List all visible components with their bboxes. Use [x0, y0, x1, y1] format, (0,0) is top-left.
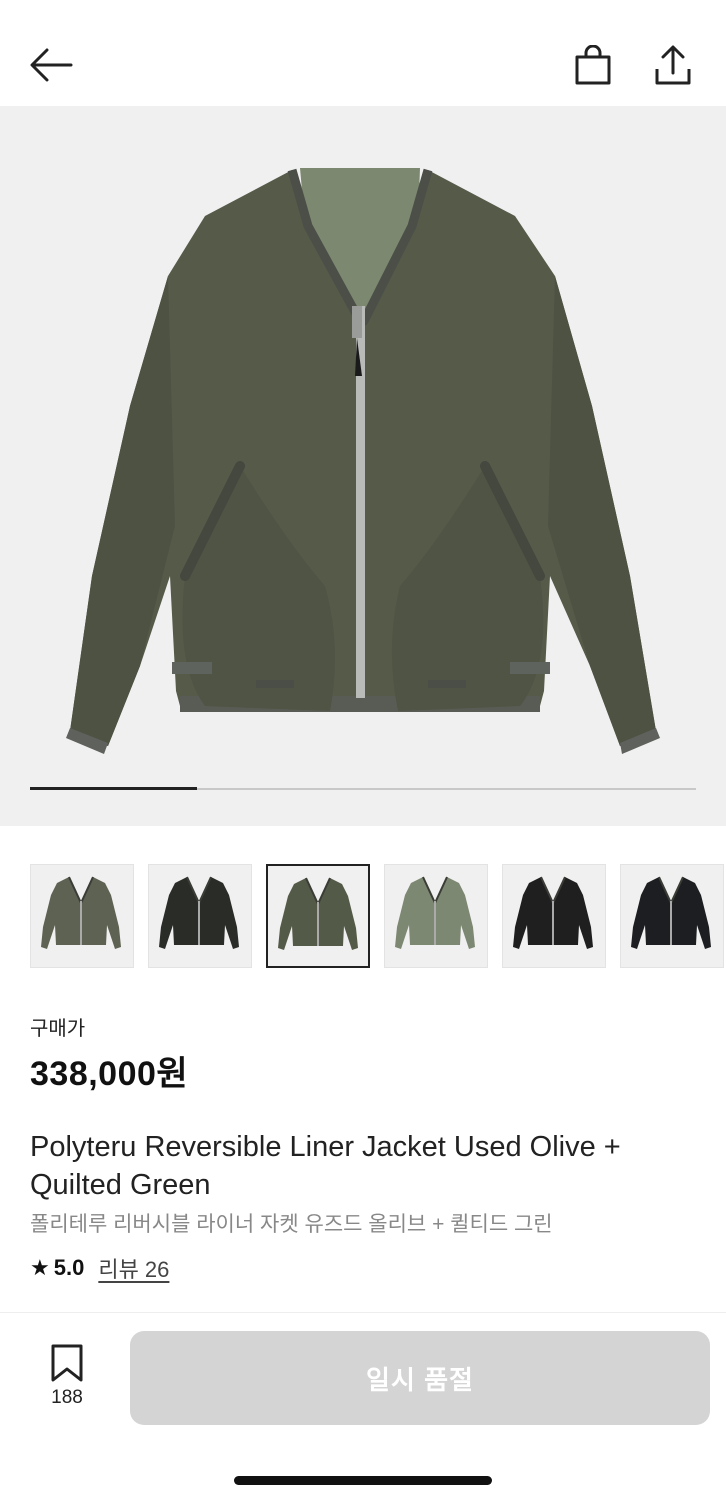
- home-indicator: [234, 1476, 492, 1485]
- bottom-action-bar: 188 일시 품절: [0, 1312, 726, 1500]
- review-link[interactable]: 리뷰 26: [98, 1252, 169, 1284]
- thumbnail-strip: [30, 864, 726, 968]
- star-icon: ★: [30, 1255, 50, 1280]
- thumbnail-jacket-image: [513, 876, 593, 949]
- price-label: 구매가: [30, 1018, 86, 1040]
- wishlist-count: 188: [51, 1387, 83, 1408]
- back-button[interactable]: [26, 42, 76, 88]
- arrow-left-icon: [30, 48, 73, 82]
- image-progress-indicator: [30, 787, 197, 790]
- thumbnail-jacket-image: [41, 876, 121, 949]
- bookmark-icon: [51, 1344, 83, 1382]
- thumbnail-jacket-image: [159, 876, 239, 949]
- top-navigation-bar: [0, 0, 726, 106]
- image-progress-track: [30, 787, 696, 790]
- thumbnail-5[interactable]: [502, 864, 606, 968]
- product-jacket-image: [66, 168, 660, 754]
- price-value: 338,000원: [30, 1055, 189, 1093]
- share-upload-icon: [655, 45, 691, 85]
- thumbnail-1[interactable]: [30, 864, 134, 968]
- shopping-bag-button[interactable]: [568, 40, 618, 90]
- thumbnail-6[interactable]: [620, 864, 724, 968]
- product-subtitle: 폴리테루 리버시블 라이너 자켓 유즈드 올리브 + 퀼티드 그린: [30, 1213, 553, 1236]
- product-image-carousel[interactable]: [0, 106, 726, 826]
- thumbnail-jacket-image: [278, 877, 358, 950]
- product-title: Polyteru Reversible Liner Jacket Used Ol…: [30, 1131, 621, 1201]
- thumbnail-jacket-image: [395, 876, 475, 949]
- wishlist-button[interactable]: 188: [40, 1343, 94, 1413]
- thumbnail-2[interactable]: [148, 864, 252, 968]
- rating-value: 5.0: [53, 1255, 85, 1280]
- shopping-bag-icon: [575, 45, 611, 85]
- thumbnail-jacket-image: [631, 876, 711, 949]
- rating-row: ★ 5.0 리뷰 26: [30, 1252, 169, 1284]
- share-button[interactable]: [648, 40, 698, 90]
- thumbnail-3[interactable]: [266, 864, 370, 968]
- thumbnail-4[interactable]: [384, 864, 488, 968]
- sold-out-button[interactable]: 일시 품절: [130, 1331, 710, 1425]
